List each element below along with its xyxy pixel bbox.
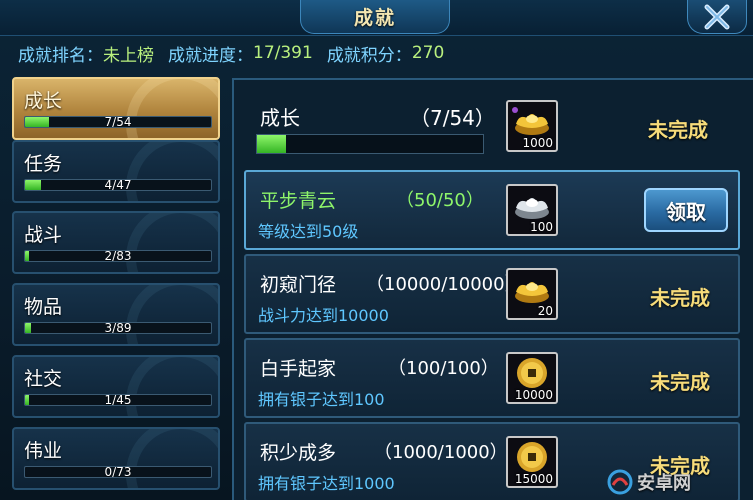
category-name: 任务: [24, 153, 63, 175]
copper-coin-icon: [517, 442, 547, 472]
summary-progress: （7/54）: [410, 106, 495, 130]
category-tab-feats[interactable]: 伟业 0/73: [12, 427, 220, 490]
watermark: 安卓网: [607, 468, 747, 496]
achievement-name: 初窥门径: [260, 274, 337, 296]
achievement-status: 未完成: [650, 286, 710, 310]
achievement-reward-slot[interactable]: 15000: [506, 436, 558, 488]
category-progress-text: 4/47: [104, 179, 132, 191]
watermark-text: 安卓网: [637, 473, 691, 494]
category-name: 战斗: [24, 224, 63, 246]
category-progress-bar: 3/89: [24, 322, 212, 334]
achievement-desc: 战斗力达到10000: [258, 306, 389, 325]
category-progress-bar: 4/47: [24, 179, 212, 191]
category-summary: 成长 （7/54） 1000 未完成: [240, 84, 740, 164]
summary-status: 未完成: [648, 118, 708, 142]
achievement-reward-slot[interactable]: 10000: [506, 352, 558, 404]
category-tab-items[interactable]: 物品 3/89: [12, 283, 220, 346]
category-progress-bar: 1/45: [24, 394, 212, 406]
category-progress-text: 7/54: [104, 116, 132, 128]
points-value: 270: [411, 43, 445, 63]
achievement-row: 白手起家 （100/100） 拥有银子达到100 10000 未完成: [244, 338, 740, 418]
category-progress-text: 0/73: [104, 466, 132, 478]
close-icon: [704, 4, 730, 29]
summary-name: 成长: [260, 106, 300, 130]
summary-reward-slot[interactable]: 1000: [506, 100, 558, 152]
summary-progress-fill: [257, 135, 287, 153]
close-button[interactable]: [687, 0, 747, 34]
achievement-progress: （50/50）: [396, 190, 484, 211]
achievement-desc: 拥有银子达到100: [258, 390, 385, 409]
gold-ingot-icon: [512, 107, 549, 135]
category-progress-text: 1/45: [104, 394, 132, 406]
achievement-name: 积少成多: [260, 442, 337, 464]
category-name: 伟业: [24, 440, 63, 462]
silver-ingot-icon: [515, 198, 549, 219]
window-title: 成就: [353, 7, 396, 29]
achievement-row: 平步青云 （50/50） 等级达到50级 100 领取: [244, 170, 740, 250]
copper-coin-icon: [517, 358, 547, 388]
category-progress-text: 3/89: [104, 322, 132, 334]
category-progress-bar: 0/73: [24, 466, 212, 478]
progress-value: 17/391: [253, 43, 313, 63]
reward-amount: 15000: [514, 472, 553, 486]
gold-ingot-icon: [515, 282, 549, 303]
category-name: 物品: [24, 296, 63, 318]
category-progress-bar: 7/54: [24, 116, 212, 128]
reward-amount: 10000: [514, 388, 553, 402]
summary-progress-bar: [256, 134, 484, 154]
reward-amount: 20: [537, 304, 553, 318]
achievement-name: 平步青云: [260, 190, 337, 212]
reward-amount: 100: [530, 220, 553, 234]
claim-button[interactable]: 领取: [644, 188, 728, 232]
category-progress-text: 2/83: [104, 250, 132, 262]
category-tab-social[interactable]: 社交 1/45: [12, 355, 220, 418]
category-tab-growth[interactable]: 成长 7/54: [12, 77, 220, 140]
achievement-progress: （100/100）: [388, 358, 499, 379]
achievement-desc: 等级达到50级: [258, 222, 359, 241]
points-label: 成就积分：: [326, 45, 412, 66]
achievement-name: 白手起家: [260, 358, 337, 380]
watermark-logo-icon: [607, 469, 633, 495]
achievement-window: 成就 成就排名： 未上榜 成就进度： 17/391 成就积分： 270 成长 7…: [0, 0, 753, 500]
category-name: 社交: [24, 368, 63, 390]
reward-amount: 1000: [522, 136, 553, 150]
achievement-desc: 拥有银子达到1000: [258, 474, 395, 493]
achievement-progress: （10000/10000）: [366, 274, 523, 295]
stats-bar: 成就排名： 未上榜 成就进度： 17/391 成就积分： 270: [18, 40, 458, 66]
achievement-status: 未完成: [650, 370, 710, 394]
rank-label: 成就排名：: [18, 45, 103, 66]
title-tab: 成就: [300, 0, 450, 34]
title-bar: 成就: [0, 0, 753, 36]
achievement-progress: （1000/1000）: [374, 442, 508, 463]
category-tab-combat[interactable]: 战斗 2/83: [12, 211, 220, 274]
rank-value: 未上榜: [103, 45, 154, 66]
progress-label: 成就进度：: [168, 45, 253, 66]
achievement-row: 初窥门径 （10000/10000） 战斗力达到10000 20 未完成: [244, 254, 740, 334]
category-progress-bar: 2/83: [24, 250, 212, 262]
category-name: 成长: [24, 90, 63, 112]
category-tab-quests[interactable]: 任务 4/47: [12, 140, 220, 203]
achievement-reward-slot[interactable]: 20: [506, 268, 558, 320]
achievement-reward-slot[interactable]: 100: [506, 184, 558, 236]
